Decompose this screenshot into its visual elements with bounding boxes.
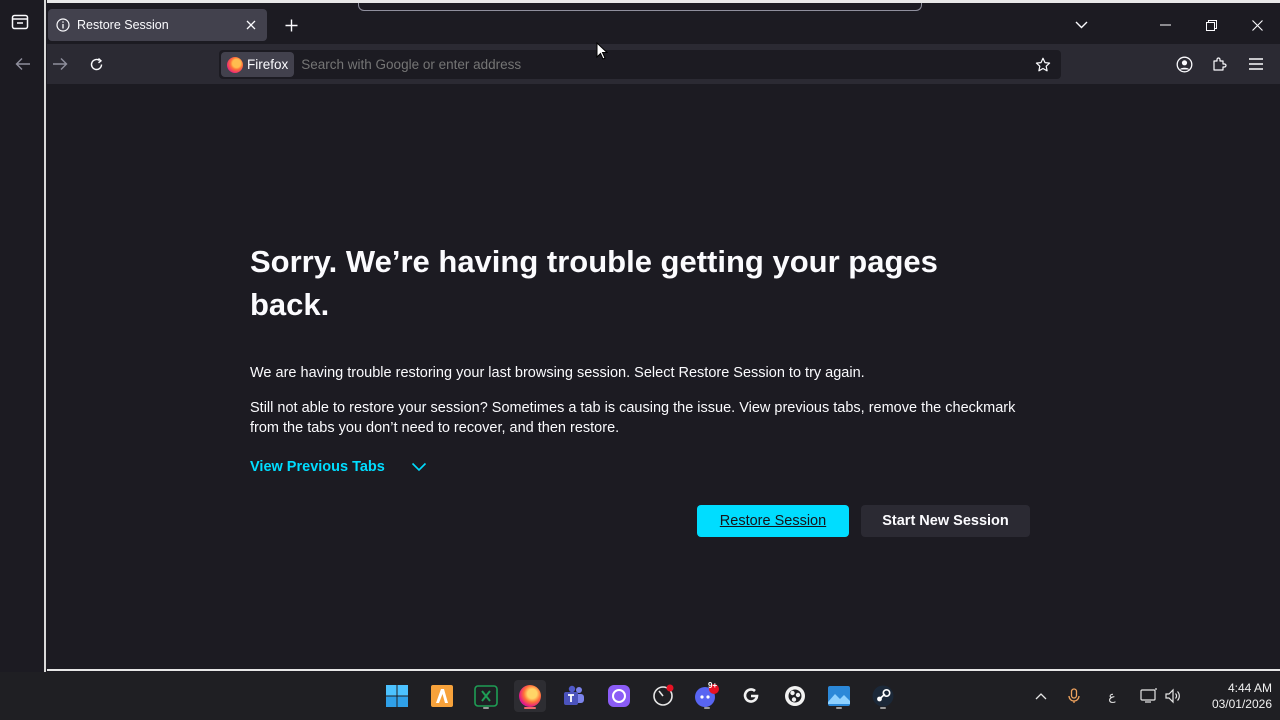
forward-button[interactable] <box>48 52 72 76</box>
show-hidden-icons-button[interactable] <box>1031 686 1051 706</box>
purple-ring-icon <box>608 685 630 707</box>
tab-title: Restore Session <box>77 18 169 32</box>
account-button[interactable] <box>1172 52 1196 76</box>
restore-session-button[interactable]: Restore Session <box>697 505 849 537</box>
chevron-down-icon <box>1075 21 1087 29</box>
taskbar-app-orange[interactable] <box>426 680 458 712</box>
address-bar[interactable]: Firefox <box>219 50 1061 79</box>
windows-logo-icon <box>386 685 408 707</box>
excel-icon <box>474 685 498 707</box>
reload-icon <box>90 57 102 70</box>
titlebar: Restore Session <box>47 0 1280 44</box>
taskbar-photos[interactable] <box>823 680 855 712</box>
url-input[interactable] <box>301 57 1033 72</box>
page-title: Sorry. We’re having trouble getting your… <box>250 244 938 322</box>
bookmark-star-icon[interactable] <box>1033 55 1053 75</box>
mouse-cursor-icon <box>596 42 608 60</box>
running-indicator <box>483 707 489 709</box>
clock-time: 4:44 AM <box>1227 681 1272 695</box>
tab-close-icon[interactable] <box>240 14 262 36</box>
taskbar-excel[interactable] <box>470 680 502 712</box>
plus-icon <box>285 19 297 31</box>
firefox-view-icon[interactable] <box>11 14 29 30</box>
firefox-logo-icon <box>227 56 243 73</box>
list-all-tabs-button[interactable] <box>1071 15 1091 35</box>
input-language-indicator[interactable]: ع <box>1102 686 1122 706</box>
error-description: We are having trouble restoring your las… <box>250 365 865 381</box>
error-help-text: Still not able to restore your session? … <box>250 400 1016 436</box>
obs-icon <box>785 686 805 706</box>
taskbar-firefox[interactable] <box>514 680 546 712</box>
volume-icon[interactable] <box>1163 686 1183 706</box>
windows-taskbar: 9+ ع 4:44 AM 03/01/2026 <box>0 672 1280 720</box>
info-icon <box>56 18 70 32</box>
clock-date: 03/01/2026 <box>1211 697 1272 711</box>
restore-down-icon <box>1205 19 1217 31</box>
chevron-up-icon <box>1035 693 1047 700</box>
logitech-g-icon <box>743 688 759 703</box>
account-icon <box>1176 56 1192 72</box>
app-menu-button[interactable] <box>1244 52 1268 76</box>
restore-session-page: Sorry. We’re having trouble getting your… <box>250 240 1040 475</box>
reload-button[interactable] <box>84 52 108 76</box>
back-arrow-icon <box>15 58 30 70</box>
microphone-icon <box>1068 688 1080 703</box>
microphone-indicator[interactable] <box>1064 686 1084 706</box>
new-tab-button[interactable] <box>279 13 303 37</box>
back-button[interactable] <box>11 52 35 76</box>
action-buttons: Restore Session Start New Session <box>697 505 1030 537</box>
discord-badge: 9+ <box>708 681 718 690</box>
hamburger-menu-icon <box>1249 58 1263 70</box>
restore-down-button[interactable] <box>1197 11 1225 39</box>
running-indicator <box>880 707 886 709</box>
firefox-window: Restore Session Firefox Search with Goog… <box>15 0 1280 671</box>
tab-restore-session[interactable]: Restore Session <box>48 9 267 41</box>
start-new-session-button[interactable]: Start New Session <box>861 505 1030 537</box>
view-previous-tabs-label: View Previous Tabs <box>250 459 385 475</box>
taskbar-purple-ring[interactable] <box>603 680 635 712</box>
taskbar-logitech[interactable] <box>735 680 767 712</box>
window-drag-indicator <box>358 3 922 11</box>
puzzle-icon <box>1213 57 1227 71</box>
minimize-icon <box>1159 24 1171 26</box>
taskbar-discord[interactable]: 9+ <box>691 680 723 712</box>
identity-label: Firefox <box>247 57 289 72</box>
extensions-button[interactable] <box>1208 52 1232 76</box>
start-button[interactable] <box>381 680 413 712</box>
close-window-button[interactable] <box>1243 11 1271 39</box>
taskbar-obs[interactable] <box>779 680 811 712</box>
desktop-left-strip <box>0 0 46 672</box>
orange-app-icon <box>431 685 453 707</box>
taskbar-steam[interactable] <box>867 680 899 712</box>
photos-icon <box>828 686 850 706</box>
forward-arrow-icon <box>53 58 68 70</box>
system-clock[interactable]: 4:44 AM 03/01/2026 <box>1192 680 1272 712</box>
taskbar-app-circle[interactable] <box>647 680 679 712</box>
clock-circle-icon <box>653 684 674 706</box>
firefox-logo-icon <box>519 685 541 707</box>
active-indicator <box>524 707 536 709</box>
identity-box[interactable]: Firefox <box>221 52 295 77</box>
teams-icon <box>564 685 584 705</box>
view-previous-tabs-toggle[interactable]: View Previous Tabs <box>250 459 1040 475</box>
steam-icon <box>872 685 894 707</box>
network-icon[interactable] <box>1139 686 1159 706</box>
running-indicator <box>704 707 710 709</box>
page-content: Sorry. We’re having trouble getting your… <box>47 84 1280 669</box>
chevron-down-icon <box>411 462 426 472</box>
minimize-button[interactable] <box>1151 11 1179 39</box>
taskbar-teams[interactable] <box>558 680 590 712</box>
navigation-toolbar: Firefox <box>15 44 1280 84</box>
running-indicator <box>836 707 842 709</box>
close-icon <box>1251 19 1263 31</box>
